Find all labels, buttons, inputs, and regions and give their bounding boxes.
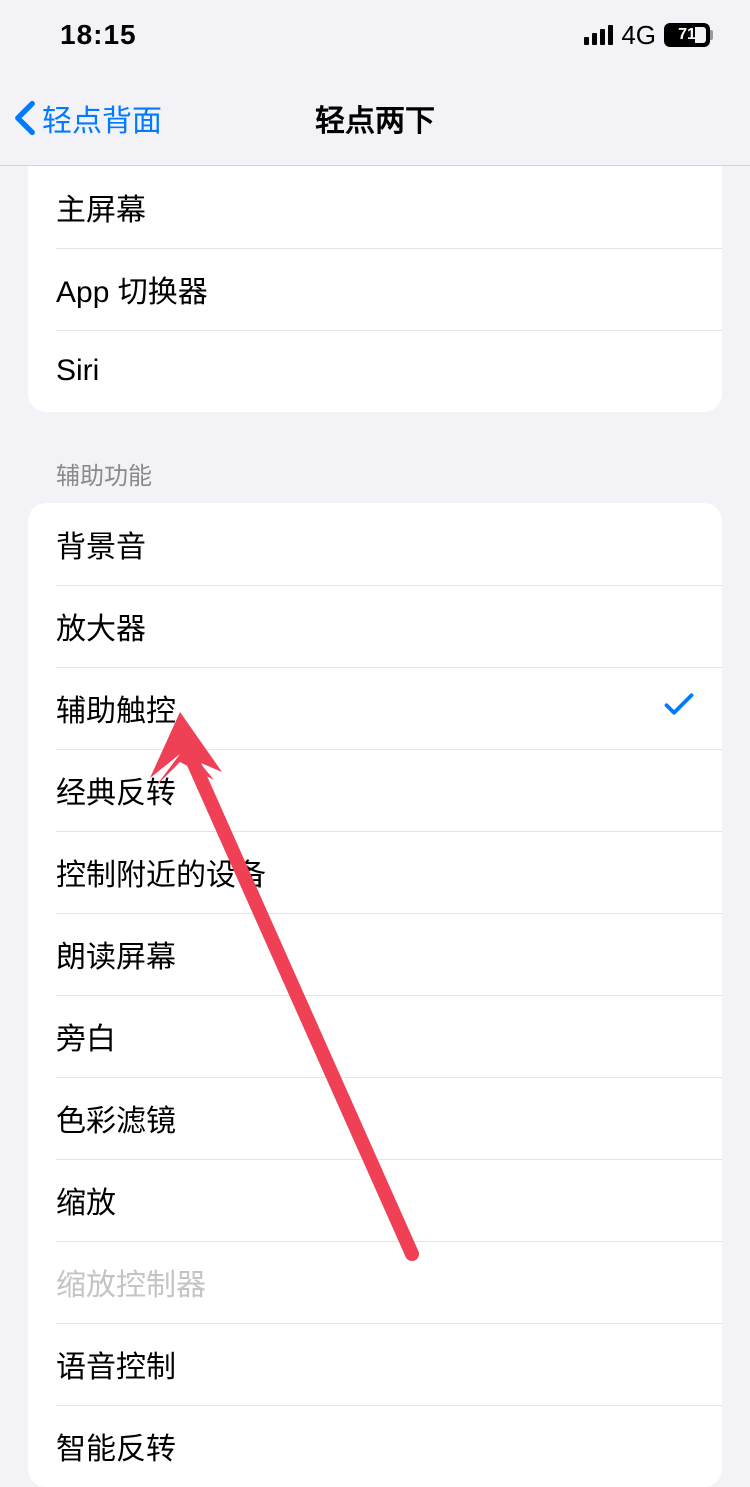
group-accessibility: 背景音 放大器 辅助触控 经典反转 控制附近的设备 朗读屏幕 旁白 色彩滤镜 缩… xyxy=(28,503,722,1487)
row-background-sounds[interactable]: 背景音 xyxy=(28,503,722,585)
row-label: 智能反转 xyxy=(56,1424,176,1468)
section-header-accessibility: 辅助功能 xyxy=(56,456,694,491)
row-label: Siri xyxy=(56,354,99,388)
row-label: 语音控制 xyxy=(56,1342,176,1386)
row-label: 放大器 xyxy=(56,604,146,648)
row-app-switcher[interactable]: App 切换器 xyxy=(28,248,722,330)
battery-icon: 71 xyxy=(664,23,710,47)
status-time: 18:15 xyxy=(60,19,137,51)
row-label: 朗读屏幕 xyxy=(56,932,176,976)
battery-percent: 71 xyxy=(678,26,696,44)
row-home-screen[interactable]: 主屏幕 xyxy=(28,166,722,248)
back-button[interactable]: 轻点背面 xyxy=(0,96,162,140)
row-label: App 切换器 xyxy=(56,267,208,311)
row-zoom-controller: 缩放控制器 xyxy=(28,1241,722,1323)
status-right: 4G 71 xyxy=(584,20,710,51)
cellular-signal-icon xyxy=(584,25,613,45)
row-label: 主屏幕 xyxy=(56,185,146,229)
row-label: 缩放 xyxy=(56,1178,116,1222)
row-magnifier[interactable]: 放大器 xyxy=(28,585,722,667)
row-label: 控制附近的设备 xyxy=(56,850,266,894)
row-label: 经典反转 xyxy=(56,768,176,812)
row-label: 背景音 xyxy=(56,522,146,566)
row-classic-invert[interactable]: 经典反转 xyxy=(28,749,722,831)
content: 主屏幕 App 切换器 Siri 辅助功能 背景音 放大器 辅助触控 经典反转 … xyxy=(0,166,750,1487)
row-voice-control[interactable]: 语音控制 xyxy=(28,1323,722,1405)
row-label: 色彩滤镜 xyxy=(56,1096,176,1140)
navigation-bar: 轻点背面 轻点两下 xyxy=(0,70,750,166)
row-smart-invert[interactable]: 智能反转 xyxy=(28,1405,722,1487)
chevron-left-icon xyxy=(14,100,36,136)
row-zoom[interactable]: 缩放 xyxy=(28,1159,722,1241)
status-bar: 18:15 4G 71 xyxy=(0,0,750,70)
row-siri[interactable]: Siri xyxy=(28,330,722,412)
row-label: 旁白 xyxy=(56,1014,116,1058)
row-speak-screen[interactable]: 朗读屏幕 xyxy=(28,913,722,995)
row-control-nearby-devices[interactable]: 控制附近的设备 xyxy=(28,831,722,913)
row-color-filters[interactable]: 色彩滤镜 xyxy=(28,1077,722,1159)
row-label: 辅助触控 xyxy=(56,686,176,730)
group-system: 主屏幕 App 切换器 Siri xyxy=(28,166,722,412)
row-label: 缩放控制器 xyxy=(56,1260,206,1304)
row-assistive-touch[interactable]: 辅助触控 xyxy=(28,667,722,749)
checkmark-icon xyxy=(664,690,694,726)
row-voiceover[interactable]: 旁白 xyxy=(28,995,722,1077)
network-label: 4G xyxy=(621,20,656,51)
back-label: 轻点背面 xyxy=(42,96,162,140)
